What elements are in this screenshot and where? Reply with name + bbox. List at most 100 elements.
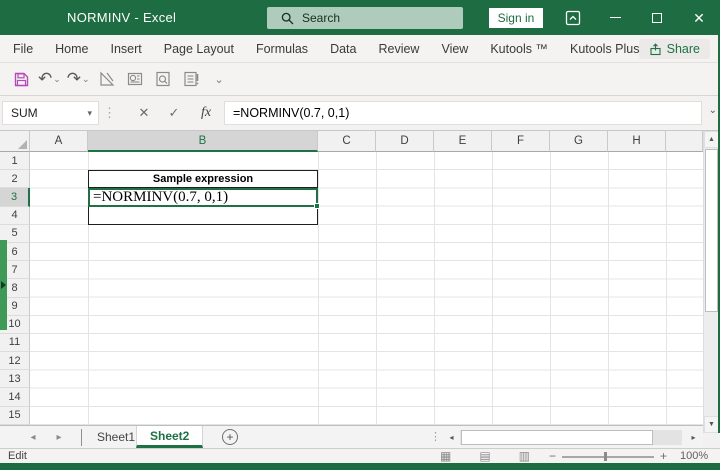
undo-button[interactable]: ↶ ⌄ [38, 67, 61, 91]
column-header-h[interactable]: H [608, 131, 666, 152]
search-icon [281, 12, 294, 25]
tab-insert[interactable]: Insert [100, 42, 153, 56]
chart-page-button[interactable] [124, 67, 146, 91]
enter-button[interactable]: ✓ [161, 101, 187, 125]
sheet-tab-sheet2[interactable]: Sheet2 [136, 426, 203, 448]
row-header-3[interactable]: 3 [0, 188, 30, 206]
fill-handle[interactable] [314, 203, 320, 209]
ruler-pen-icon [98, 70, 116, 88]
tab-home[interactable]: Home [44, 42, 99, 56]
cell-b3-active[interactable]: =NORMINV(0.7, 0,1) [88, 188, 318, 207]
row-header-12[interactable]: 12 [0, 352, 30, 370]
scroll-right-button[interactable]: ▸ [686, 430, 701, 445]
row-header-2[interactable]: 2 [0, 170, 30, 188]
previous-sheet-button[interactable]: ◂ [22, 426, 44, 449]
tab-formulas[interactable]: Formulas [245, 42, 319, 56]
column-header-f[interactable]: F [492, 131, 550, 152]
normal-view-icon[interactable]: ▦ [440, 449, 451, 463]
next-sheet-button[interactable]: ▸ [48, 426, 70, 449]
tab-kutools-plus[interactable]: Kutools Plus [559, 42, 650, 56]
formula-input[interactable]: =NORMINV(0.7, 0,1) [224, 101, 702, 125]
zoom-in-button[interactable]: + [660, 449, 667, 463]
column-header-b[interactable]: B [88, 131, 318, 152]
close-button[interactable]: ✕ [678, 0, 720, 35]
column-header-c[interactable]: C [318, 131, 376, 152]
column-header-d[interactable]: D [376, 131, 434, 152]
zoom-level-label[interactable]: 100% [680, 450, 708, 462]
cancel-button[interactable]: ✕ [131, 101, 157, 125]
minimize-button[interactable] [594, 0, 636, 35]
ribbon-tab-bar: File Home Insert Page Layout Formulas Da… [0, 35, 720, 63]
scroll-down-button[interactable]: ▼ [704, 416, 719, 433]
scroll-up-icon: ▲ [708, 136, 715, 143]
ruler-pen-button[interactable] [96, 67, 118, 91]
scroll-down-icon: ▼ [708, 421, 715, 428]
column-headers: A B C D E F G H [30, 131, 703, 152]
expand-formula-bar-icon[interactable]: ⌄ [709, 105, 717, 116]
cell-mode-indicator: Edit [8, 450, 27, 462]
next-sheet-icon: ▸ [56, 432, 61, 443]
tab-file[interactable]: File [2, 42, 44, 56]
formula-bar-grip-icon[interactable]: ⋮ [103, 105, 116, 121]
scroll-left-button[interactable]: ◂ [444, 430, 459, 445]
column-header-partial[interactable] [666, 131, 703, 152]
status-bar: Edit ▦ ▤ ▥ − + 100% [0, 448, 720, 463]
page-layout-view-icon[interactable]: ▤ [479, 449, 490, 463]
customize-quick-access-button[interactable]: ⌄ [208, 67, 230, 91]
fx-icon: fx [201, 105, 211, 121]
scroll-right-icon: ▸ [691, 433, 695, 442]
tab-review[interactable]: Review [367, 42, 430, 56]
sheet-tab-separator [81, 429, 82, 446]
scrollbar-corner [703, 433, 720, 448]
zoom-slider-track[interactable] [562, 456, 654, 458]
tab-view[interactable]: View [430, 42, 479, 56]
cell-b4[interactable] [88, 207, 318, 225]
insert-function-button[interactable]: fx [193, 101, 219, 125]
ribbon-display-options-button[interactable] [552, 0, 594, 35]
row-header-11[interactable]: 11 [0, 334, 30, 352]
scroll-up-button[interactable]: ▲ [704, 131, 719, 148]
tab-kutools[interactable]: Kutools ™ [479, 42, 559, 56]
share-button[interactable]: Share [639, 39, 710, 59]
document-properties-button[interactable] [180, 67, 202, 91]
tab-data[interactable]: Data [319, 42, 367, 56]
row-header-14[interactable]: 14 [0, 388, 30, 406]
select-all-button[interactable] [0, 131, 30, 152]
tab-scrollbar-grip[interactable]: ⋮ [430, 430, 439, 443]
vertical-scrollbar-thumb[interactable] [705, 149, 718, 312]
row-header-4[interactable]: 4 [0, 207, 30, 225]
column-header-a[interactable]: A [30, 131, 88, 152]
kutools-pane-handle[interactable] [0, 240, 7, 330]
window-bottom-border [0, 463, 720, 470]
share-icon [649, 43, 662, 56]
zoom-out-button[interactable]: − [549, 449, 556, 463]
column-header-g[interactable]: G [550, 131, 608, 152]
vertical-scrollbar[interactable]: ▲ ▼ [703, 131, 718, 433]
cell-b2[interactable]: Sample expression [88, 170, 318, 188]
column-header-e[interactable]: E [434, 131, 492, 152]
search-placeholder: Search [302, 11, 340, 25]
maximize-icon [652, 13, 662, 23]
row-header-15[interactable]: 15 [0, 407, 30, 425]
name-box-dropdown-icon: ▾ [87, 108, 92, 119]
sign-in-button[interactable]: Sign in [489, 8, 543, 28]
redo-button[interactable]: ↷ ⌄ [67, 67, 90, 91]
name-box[interactable]: SUM ▾ [2, 101, 99, 125]
view-shortcuts: ▦ ▤ ▥ [440, 449, 530, 463]
search-box[interactable]: Search [267, 7, 463, 29]
horizontal-scrollbar-thumb[interactable] [461, 430, 653, 445]
sheet-tab-bar: ◂ ▸ Sheet1 Sheet2 + ⋮ ◂ ▸ [0, 425, 703, 448]
cancel-icon: ✕ [139, 105, 150, 121]
row-header-1[interactable]: 1 [0, 152, 30, 170]
page-break-view-icon[interactable]: ▥ [519, 449, 530, 463]
undo-dropdown-icon: ⌄ [53, 74, 61, 85]
print-preview-button[interactable] [152, 67, 174, 91]
quick-access-toolbar: ↶ ⌄ ↷ ⌄ [0, 63, 720, 96]
save-button[interactable] [10, 67, 32, 91]
zoom-slider-thumb[interactable] [604, 452, 607, 461]
new-sheet-button[interactable]: + [222, 429, 238, 445]
maximize-button[interactable] [636, 0, 678, 35]
new-sheet-plus-icon: + [226, 430, 233, 444]
row-header-13[interactable]: 13 [0, 370, 30, 388]
tab-page-layout[interactable]: Page Layout [153, 42, 245, 56]
